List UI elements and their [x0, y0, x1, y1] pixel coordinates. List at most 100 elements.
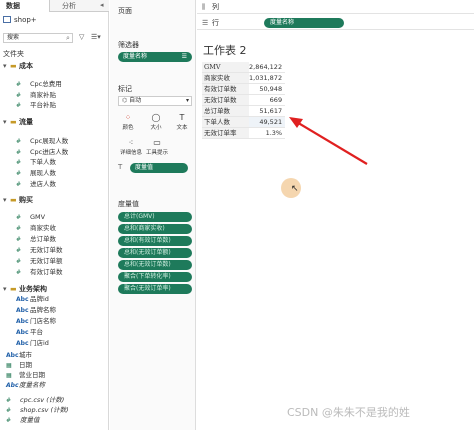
search-icon[interactable]: ⌕ — [66, 34, 70, 43]
field-item[interactable]: # GMV — [16, 213, 45, 222]
folder-purchase[interactable]: ▾ ▬ 购买 — [3, 195, 33, 205]
measure-pill[interactable]: 总和(商家实收) — [118, 224, 192, 234]
row-value[interactable]: 669 — [249, 94, 286, 106]
watermark: CSDN @朱朱不是我的姓 — [287, 406, 410, 419]
pane-tabs: 数据 分析 ◂ — [0, 0, 109, 12]
field-item[interactable]: Abc 门店名称 — [16, 317, 56, 326]
field-item[interactable]: Abc 平台 — [16, 328, 43, 337]
measure-pill[interactable]: 总和(无效订单额) — [118, 248, 192, 258]
view-options-icon[interactable]: ☰▾ — [91, 33, 101, 41]
field-item[interactable]: # 商家补贴 — [16, 91, 56, 100]
tooltip-button[interactable]: ▭ 工具提示 — [144, 137, 170, 157]
folder-icon: ▬ — [10, 118, 17, 126]
rows-pill-measure-names[interactable]: 度量名称 — [264, 18, 344, 28]
search-input[interactable]: 搜索 — [3, 33, 73, 43]
field-item[interactable]: ▦ 营业日期 — [6, 371, 45, 380]
field-item[interactable]: # shop.csv (计数) — [6, 406, 69, 415]
field-item[interactable]: # 无效订单额 — [16, 257, 63, 266]
collapse-icon[interactable]: ◂ — [100, 1, 104, 9]
measure-pill[interactable]: 总和(有效订单数) — [118, 236, 192, 246]
row-value[interactable]: 1,031,872 — [249, 72, 286, 84]
field-item[interactable]: # 总订单数 — [16, 235, 56, 244]
table-row: 无效订单数 669 — [202, 94, 286, 106]
text-button[interactable]: T 文本 — [172, 112, 192, 132]
folder-cost[interactable]: ▾ ▬ 成本 — [3, 61, 33, 71]
field-item[interactable]: Abc 门店id — [16, 339, 49, 348]
field-item[interactable]: # cpc.csv (计数) — [6, 396, 64, 405]
size-icon: ◯ — [151, 113, 161, 122]
marks-pill-measure-values[interactable]: 度量值 — [130, 163, 188, 173]
text-icon: T — [179, 113, 185, 122]
data-source[interactable]: shop+ — [3, 15, 107, 26]
text-mark-icon: T — [118, 163, 123, 171]
field-item[interactable]: # 商家实收 — [16, 224, 56, 233]
folder-icon: ▬ — [10, 62, 17, 70]
field-item[interactable]: # 平台补贴 — [16, 101, 56, 110]
folder-traffic[interactable]: ▾ ▬ 流量 — [3, 117, 33, 127]
row-value[interactable]: 50,948 — [249, 83, 286, 95]
field-item[interactable]: ▦ 日期 — [6, 361, 32, 370]
field-item[interactable]: # Cpc进店人数 — [16, 148, 68, 157]
rows-icon: ☰ — [202, 19, 209, 27]
field-item[interactable]: # 展现人数 — [16, 169, 56, 178]
pages-title: 页面 — [118, 7, 132, 15]
table-row: 无效订单率 1.3% — [202, 127, 286, 139]
columns-icon: ⫼ — [202, 3, 206, 11]
expand-icon[interactable]: ▾ — [3, 284, 10, 294]
row-value[interactable]: 49,521 — [249, 116, 286, 128]
field-item[interactable]: # 下单人数 — [16, 158, 56, 167]
database-icon — [3, 16, 11, 23]
size-button[interactable]: ◯ 大小 — [146, 112, 166, 132]
field-item[interactable]: Abc 品牌id — [16, 295, 49, 304]
field-item[interactable]: # 进店人数 — [16, 180, 56, 189]
row-value[interactable]: 51,617 — [249, 105, 286, 117]
filter-icon[interactable]: ▽ — [79, 33, 84, 41]
columns-shelf[interactable]: ⫼ 列 — [197, 0, 474, 14]
row-label: 有效订单数 — [202, 83, 249, 95]
columns-label: 列 — [212, 3, 219, 11]
table-row: GMV 2,864,122 — [202, 62, 286, 73]
cards-column: 页面 筛选器 度量名称 ☰ 标记 ⌬ 自动 ▾ ⁘ 颜色 ◯ 大小 T 文本 ⁖ 详细信息 … — [110, 0, 196, 430]
row-value[interactable]: 1.3% — [249, 127, 286, 139]
rows-shelf[interactable]: ☰ 行 度量名称 — [197, 16, 474, 30]
row-label: 总订单数 — [202, 105, 249, 117]
field-item[interactable]: Abc 品牌名称 — [16, 306, 56, 315]
row-label: 商家实收 — [202, 72, 249, 84]
folder-header: 文件夹 — [3, 50, 24, 58]
field-item[interactable]: # 有效订单数 — [16, 268, 63, 277]
row-value[interactable]: 2,864,122 — [249, 62, 286, 73]
search-row: 搜索 ⌕ ▽ ☰▾ — [3, 33, 107, 44]
expand-icon[interactable]: ▾ — [3, 195, 10, 205]
row-label: 下单人数 — [202, 116, 249, 128]
folder-business[interactable]: ▾ ▬ 业务架构 — [3, 284, 47, 294]
field-item[interactable]: Abc城市 — [6, 351, 32, 360]
expand-icon[interactable]: ▾ — [3, 61, 10, 71]
annotation-arrow — [289, 117, 368, 165]
measure-pill[interactable]: 总计(GMV) — [118, 212, 192, 222]
detail-icon: ⁖ — [128, 138, 134, 147]
measure-pill[interactable]: 总和(无效订单数) — [118, 260, 192, 270]
marks-title: 标记 — [118, 85, 132, 93]
measure-pill[interactable]: 聚合(下单转化率) — [118, 272, 192, 282]
field-item[interactable]: # 无效订单数 — [16, 246, 63, 255]
data-table: GMV 2,864,122 商家实收 1,031,872 有效订单数 50,948 无效订单… — [202, 62, 286, 139]
field-item[interactable]: # Cpc总费用 — [16, 80, 62, 89]
field-item[interactable]: # Cpc展现人数 — [16, 137, 68, 146]
table-row: 总订单数 51,617 — [202, 105, 286, 117]
data-source-name: shop+ — [14, 16, 37, 24]
marks-type-select[interactable]: ⌬ 自动 ▾ — [118, 96, 192, 106]
detail-button[interactable]: ⁖ 详细信息 — [118, 137, 144, 157]
chevron-down-icon: ▾ — [185, 97, 189, 104]
filter-icon: ☰ — [181, 53, 187, 60]
tab-data[interactable]: 数据 — [0, 0, 50, 12]
color-button[interactable]: ⁘ 颜色 — [118, 112, 138, 132]
table-row: 有效订单数 50,948 — [202, 83, 286, 95]
folder-icon: ▬ — [10, 196, 17, 204]
field-item[interactable]: Abc度量名称 — [6, 381, 45, 390]
measure-values-title: 度量值 — [118, 200, 139, 208]
expand-icon[interactable]: ▾ — [3, 117, 10, 127]
measure-pill[interactable]: 聚合(无效订单率) — [118, 284, 192, 294]
tab-analytics[interactable]: 分析 — [56, 0, 96, 12]
filter-pill-measure-names[interactable]: 度量名称 ☰ — [118, 52, 192, 62]
field-item[interactable]: # 度量值 — [6, 416, 40, 425]
